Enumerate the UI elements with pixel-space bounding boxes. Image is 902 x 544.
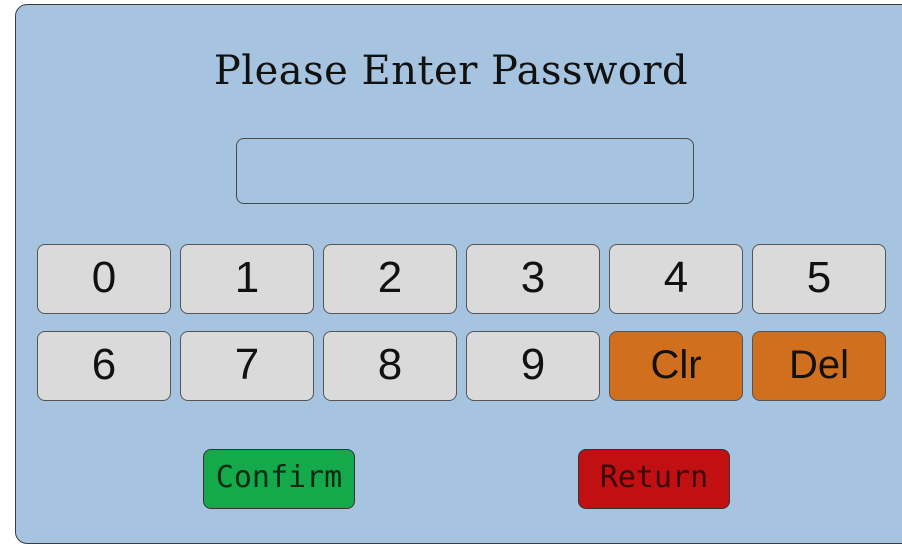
confirm-button[interactable]: Confirm bbox=[203, 449, 355, 509]
clear-button[interactable]: Clr bbox=[609, 331, 743, 401]
key-2[interactable]: 2 bbox=[323, 244, 457, 314]
key-5[interactable]: 5 bbox=[752, 244, 886, 314]
key-7[interactable]: 7 bbox=[180, 331, 314, 401]
key-6[interactable]: 6 bbox=[37, 331, 171, 401]
key-1[interactable]: 1 bbox=[180, 244, 314, 314]
key-0[interactable]: 0 bbox=[37, 244, 171, 314]
key-4[interactable]: 4 bbox=[609, 244, 743, 314]
password-input[interactable] bbox=[236, 138, 694, 204]
page-title: Please Enter Password bbox=[213, 48, 689, 94]
key-3[interactable]: 3 bbox=[466, 244, 600, 314]
return-button[interactable]: Return bbox=[578, 449, 730, 509]
key-9[interactable]: 9 bbox=[466, 331, 600, 401]
key-8[interactable]: 8 bbox=[323, 331, 457, 401]
delete-button[interactable]: Del bbox=[752, 331, 886, 401]
